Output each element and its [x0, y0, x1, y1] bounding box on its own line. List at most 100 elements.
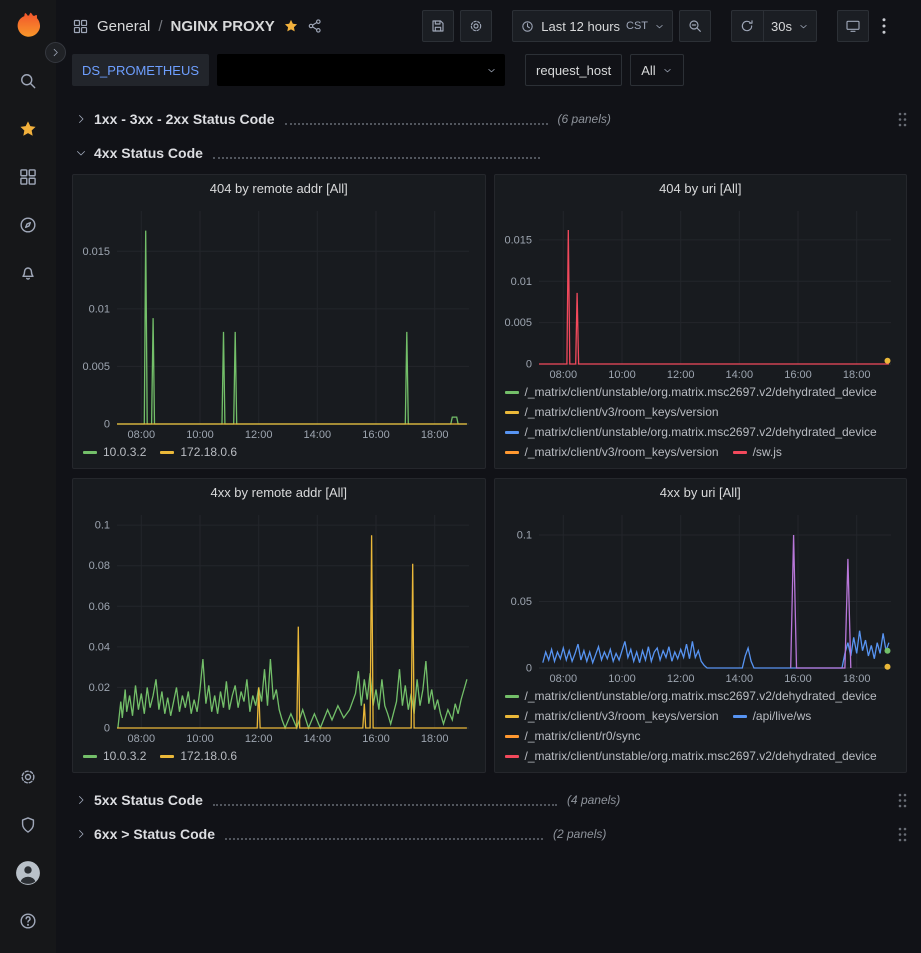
legend-series-label: /_matrix/client/unstable/org.matrix.msc2… [525, 384, 877, 400]
legend-series-label: /_matrix/client/unstable/org.matrix.msc2… [525, 688, 877, 704]
svg-text:0.005: 0.005 [504, 317, 532, 329]
svg-text:16:00: 16:00 [784, 673, 812, 685]
grafana-logo[interactable] [11, 9, 45, 43]
svg-text:16:00: 16:00 [362, 429, 390, 441]
legend-item[interactable]: /_matrix/client/unstable/org.matrix.msc2… [505, 424, 877, 440]
starred-dashboards-icon[interactable] [8, 109, 48, 149]
legend-item[interactable]: 172.18.0.6 [160, 748, 237, 764]
svg-text:14:00: 14:00 [304, 429, 332, 441]
svg-text:0.015: 0.015 [82, 246, 110, 258]
legend-series-label: /_matrix/client/v3/room_keys/version [525, 708, 719, 724]
panel-title[interactable]: 4xx by remote addr [All] [73, 479, 485, 505]
legend-series-color [505, 411, 519, 414]
row-header-5xx[interactable]: 5xx Status Code (4 panels) [72, 785, 907, 815]
kebab-menu-icon [882, 18, 886, 34]
legend-item[interactable]: /_matrix/client/unstable/org.matrix.msc2… [505, 384, 877, 400]
legend-item[interactable]: /_matrix/client/unstable/org.matrix.msc2… [505, 748, 877, 764]
legend-item[interactable]: /_matrix/client/r0/sync [505, 728, 641, 744]
breadcrumb-section[interactable]: General [97, 18, 150, 35]
legend-item[interactable]: 172.18.0.6 [160, 444, 237, 460]
request-host-select[interactable]: All [630, 54, 683, 86]
refresh-interval-dropdown[interactable]: 30s [763, 10, 817, 42]
panel-legend: /_matrix/client/unstable/org.matrix.msc2… [495, 686, 907, 772]
legend-series-label: /_matrix/client/v3/room_keys/version [525, 444, 719, 460]
time-series-chart[interactable]: 08:0010:0012:0014:0016:0018:0000.050.1 [495, 505, 907, 686]
datasource-select[interactable] [217, 54, 505, 86]
variables-bar: DS_PROMETHEUS request_host All [56, 52, 921, 94]
panel-legend: 10.0.3.2 172.18.0.6 [73, 746, 485, 772]
legend-series-label: 10.0.3.2 [103, 444, 146, 460]
legend-series-label: 172.18.0.6 [180, 444, 237, 460]
settings-gear-icon[interactable] [8, 757, 48, 797]
panel-404-by-remote-addr: 404 by remote addr [All] 08:0010:0012:00… [72, 174, 486, 469]
legend-series-color [83, 755, 97, 758]
svg-text:10:00: 10:00 [186, 733, 214, 745]
row-drag-handle[interactable] [898, 793, 907, 808]
panel-4xx-by-uri: 4xx by uri [All] 08:0010:0012:0014:0016:… [494, 478, 908, 773]
dashboard-settings-button[interactable] [460, 10, 492, 42]
help-icon[interactable] [8, 901, 48, 941]
legend-item[interactable]: /_matrix/client/v3/room_keys/version [505, 404, 719, 420]
svg-text:0.1: 0.1 [516, 530, 531, 542]
row-title: 4xx Status Code [94, 145, 203, 161]
datasource-variable-label[interactable]: DS_PROMETHEUS [72, 54, 209, 86]
legend-item[interactable]: /sw.js [733, 444, 782, 460]
svg-text:12:00: 12:00 [245, 733, 273, 745]
breadcrumb-separator: / [158, 18, 162, 35]
dashboard-title[interactable]: NGINX PROXY [171, 18, 275, 35]
zoom-out-button[interactable] [679, 10, 711, 42]
panel-title[interactable]: 404 by remote addr [All] [73, 175, 485, 201]
legend-item[interactable]: /_matrix/client/unstable/org.matrix.msc2… [505, 688, 877, 704]
svg-text:0: 0 [104, 723, 110, 735]
dashboard-toolbar: Last 12 hours CST 30s [422, 10, 907, 42]
kebab-menu-button[interactable] [875, 10, 907, 42]
refresh-button[interactable] [731, 10, 763, 42]
svg-text:0.005: 0.005 [82, 361, 110, 373]
time-range-picker[interactable]: Last 12 hours CST [512, 10, 673, 42]
legend-item[interactable]: /_matrix/client/v3/room_keys/version [505, 444, 719, 460]
legend-series-label: 172.18.0.6 [180, 748, 237, 764]
save-dashboard-button[interactable] [422, 10, 454, 42]
time-series-chart[interactable]: 08:0010:0012:0014:0016:0018:0000.0050.01… [495, 201, 907, 382]
row-header-6xx[interactable]: 6xx > Status Code (2 panels) [72, 819, 907, 849]
admin-shield-icon[interactable] [8, 805, 48, 845]
legend-series-color [160, 755, 174, 758]
row-chevron-icon [72, 794, 90, 806]
legend-item[interactable]: 10.0.3.2 [83, 748, 146, 764]
legend-series-color [733, 451, 747, 454]
legend-item[interactable]: /_matrix/client/v3/room_keys/version [505, 708, 719, 724]
time-series-chart[interactable]: 08:0010:0012:0014:0016:0018:0000.020.040… [73, 505, 485, 746]
row-chevron-icon [72, 113, 90, 125]
svg-text:14:00: 14:00 [725, 673, 753, 685]
favorite-star-icon[interactable] [283, 18, 299, 34]
panel-legend: 10.0.3.2 172.18.0.6 [73, 442, 485, 468]
legend-item[interactable]: /api/live/ws [733, 708, 812, 724]
chevron-down-icon [486, 65, 497, 76]
timezone-label: CST [626, 20, 648, 32]
row-drag-handle[interactable] [898, 112, 907, 127]
legend-series-label: /_matrix/client/r0/sync [525, 728, 641, 744]
share-icon[interactable] [307, 18, 323, 34]
top-navbar: General / NGINX PROXY Last 12 hours CST [56, 0, 921, 52]
row-header-4xx[interactable]: 4xx Status Code [72, 138, 907, 168]
legend-item[interactable]: 10.0.3.2 [83, 444, 146, 460]
svg-text:12:00: 12:00 [666, 369, 694, 381]
alerting-bell-icon[interactable] [8, 253, 48, 293]
time-series-chart[interactable]: 08:0010:0012:0014:0016:0018:0000.0050.01… [73, 201, 485, 442]
time-range-label: Last 12 hours [541, 19, 620, 34]
svg-text:0.04: 0.04 [89, 641, 110, 653]
explore-compass-icon[interactable] [8, 205, 48, 245]
breadcrumb: General / NGINX PROXY [72, 18, 323, 35]
row-header-1xx-3xx-2xx[interactable]: 1xx - 3xx - 2xx Status Code (6 panels) [72, 104, 907, 134]
row-drag-handle[interactable] [898, 827, 907, 842]
panel-title[interactable]: 404 by uri [All] [495, 175, 907, 201]
panel-title[interactable]: 4xx by uri [All] [495, 479, 907, 505]
user-avatar[interactable] [8, 853, 48, 893]
sidebar-expand-button[interactable] [45, 42, 66, 63]
svg-text:12:00: 12:00 [245, 429, 273, 441]
legend-series-color [733, 715, 747, 718]
search-icon[interactable] [8, 61, 48, 101]
tv-mode-button[interactable] [837, 10, 869, 42]
request-host-variable-label: request_host [525, 54, 622, 86]
dashboards-grid-icon[interactable] [8, 157, 48, 197]
